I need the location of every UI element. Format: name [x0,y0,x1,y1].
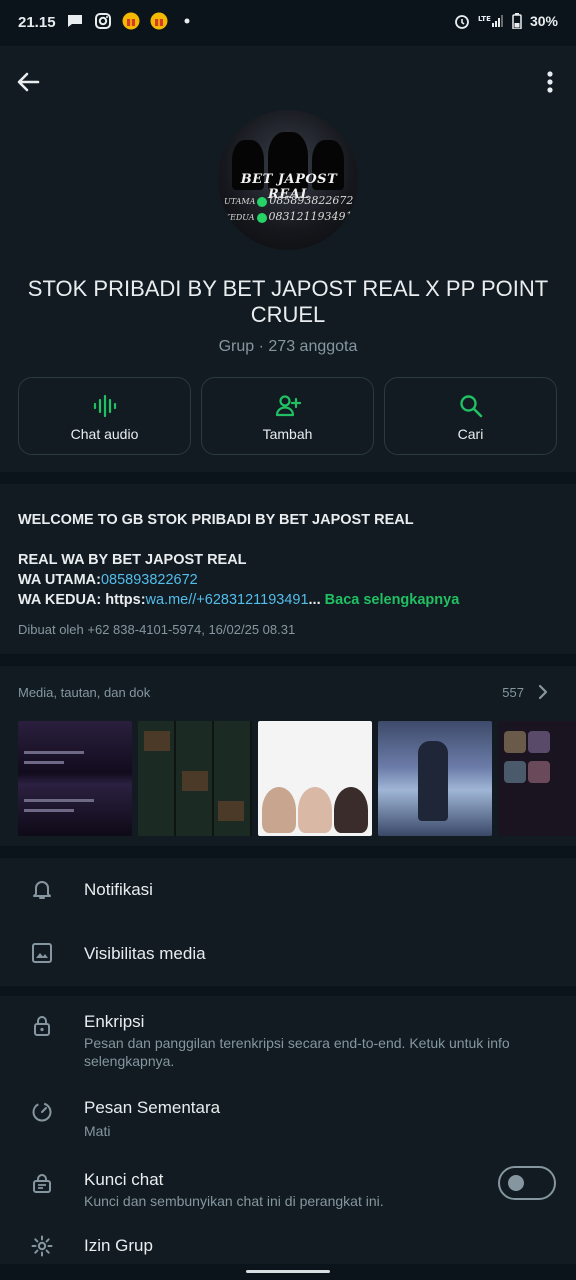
search-label: Cari [457,426,484,442]
chat-bubble-icon [68,15,82,27]
desc-line-4: WA KEDUA: https:wa.me//+6283121193491...… [18,592,460,608]
settings-gear-icon [31,1235,53,1257]
desc-line-1: WELCOME TO GB STOK PRIBADI BY BET JAPOST… [18,512,414,528]
avatar-line-1: UTAMA 085893822672 [224,194,354,207]
thumb-detail [218,801,244,821]
chat-lock-label: Kunci chat [84,1170,164,1189]
settings-section-2: Enkripsi Pesan dan panggilan terenkripsi… [0,996,576,1280]
status-time: 21.15 [18,14,56,31]
add-member-label: Tambah [262,426,313,442]
thumb-detail [24,761,64,764]
timer-icon [32,1102,52,1122]
quick-actions: Chat audio Tambah Cari [18,377,558,455]
thumb-detail [504,761,526,783]
media-visibility-label: Visibilitas media [84,944,206,963]
chevron-right-icon[interactable] [536,684,550,700]
created-by: Dibuat oleh +62 838-4101-5974, 16/02/25 … [18,622,296,637]
desc-line-3: WA UTAMA:085893822672 [18,572,198,588]
disappearing-messages-label: Pesan Sementara [84,1098,221,1117]
whatsapp-icon [257,197,268,207]
battery-icon [512,13,522,29]
dot-icon [184,18,190,24]
bell-icon [33,881,51,899]
add-member-button[interactable]: Tambah [201,377,374,455]
group-description: WELCOME TO GB STOK PRIBADI BY BET JAPOST… [0,484,576,654]
gift-icon [150,12,168,30]
group-avatar[interactable]: BET JAPOST REAL UTAMA 085893822672 KEDUA 0… [218,110,358,250]
whatsapp-icon [256,213,267,223]
wa-link[interactable]: wa.me//+6283121193491 [146,592,309,608]
thumb-detail [262,787,296,833]
encryption-desc: Pesan dan panggilan terenkripsi secara e… [84,1035,510,1069]
notifications-label: Notifikasi [84,880,153,899]
status-bar: 21.15 LTE 30% [0,0,576,46]
thumb-detail [418,741,448,821]
media-thumbnail[interactable] [378,721,492,836]
instagram-icon [95,13,111,29]
thumb-detail [504,731,526,753]
disappearing-messages-row[interactable]: Pesan Sementara Mati [0,1082,576,1154]
thumb-detail [298,787,332,833]
phone-link[interactable]: 085893822672 [101,572,198,588]
desc-line-2: REAL WA BY BET JAPOST REAL [18,552,247,568]
media-thumbnail[interactable] [18,721,132,836]
media-thumbnail[interactable] [138,721,252,836]
settings-section-1: Notifikasi Visibilitas media [0,858,576,986]
encryption-row[interactable]: Enkripsi Pesan dan panggilan terenkripsi… [0,996,576,1082]
thumb-detail [24,751,84,754]
media-thumbnail[interactable] [258,721,372,836]
desc-spacer [18,530,558,550]
chat-lock-icon [33,1174,51,1193]
thumb-detail [528,731,550,753]
more-vert-icon[interactable] [538,68,562,96]
svg-text:LTE: LTE [478,15,491,23]
media-thumbnails [18,721,576,836]
chat-lock-desc: Kunci dan sembunyikan chat ini di perang… [84,1193,384,1209]
audio-wave-icon [93,394,116,418]
alarm-icon [455,15,469,29]
lock-icon [34,1016,50,1036]
group-permissions-label: Izin Grup [84,1236,153,1255]
gift-icon [122,12,140,30]
notification-icons [66,12,196,30]
chat-lock-toggle[interactable] [498,1166,556,1200]
notifications-row[interactable]: Notifikasi [0,858,576,922]
search-icon [459,395,482,418]
disappearing-messages-value: Mati [84,1123,111,1139]
thumb-detail [24,809,74,812]
group-name: STOK PRIBADI BY BET JAPOST REAL X PP POI… [27,276,549,327]
lte-signal-icon: LTE [478,15,503,27]
thumb-detail [24,799,94,802]
home-indicator[interactable] [246,1270,330,1273]
media-section[interactable]: Media, tautan, dan dok 557 [0,666,576,846]
group-info-header: BET JAPOST REAL UTAMA 085893822672 KEDUA 0… [0,46,576,472]
image-icon [32,943,52,963]
media-title: Media, tautan, dan dok [18,685,151,700]
gesture-nav-bar [0,1264,576,1280]
media-visibility-row[interactable]: Visibilitas media [0,922,576,986]
toggle-knob [508,1175,524,1191]
arrow-left-icon[interactable] [12,66,44,98]
add-person-icon [275,395,301,417]
search-button[interactable]: Cari [384,377,557,455]
read-more-link[interactable]: Baca selengkapnya [325,592,460,608]
media-thumbnail[interactable] [498,721,576,836]
thumb-detail [144,731,170,751]
battery-percent: 30% [529,13,558,29]
thumb-detail [528,761,550,783]
status-right: LTE 30% [454,13,558,29]
audio-chat-label: Chat audio [70,426,139,442]
encryption-label: Enkripsi [84,1012,145,1031]
chat-lock-row[interactable]: Kunci chat Kunci dan sembunyikan chat in… [0,1154,576,1230]
thumb-detail [334,787,368,833]
media-count: 557 [502,685,524,700]
group-subtitle: Grup · 273 anggota [218,338,358,355]
thumb-detail [182,771,208,791]
avatar-line-2: KEDUA 083121193491 [224,210,353,223]
audio-chat-button[interactable]: Chat audio [18,377,191,455]
